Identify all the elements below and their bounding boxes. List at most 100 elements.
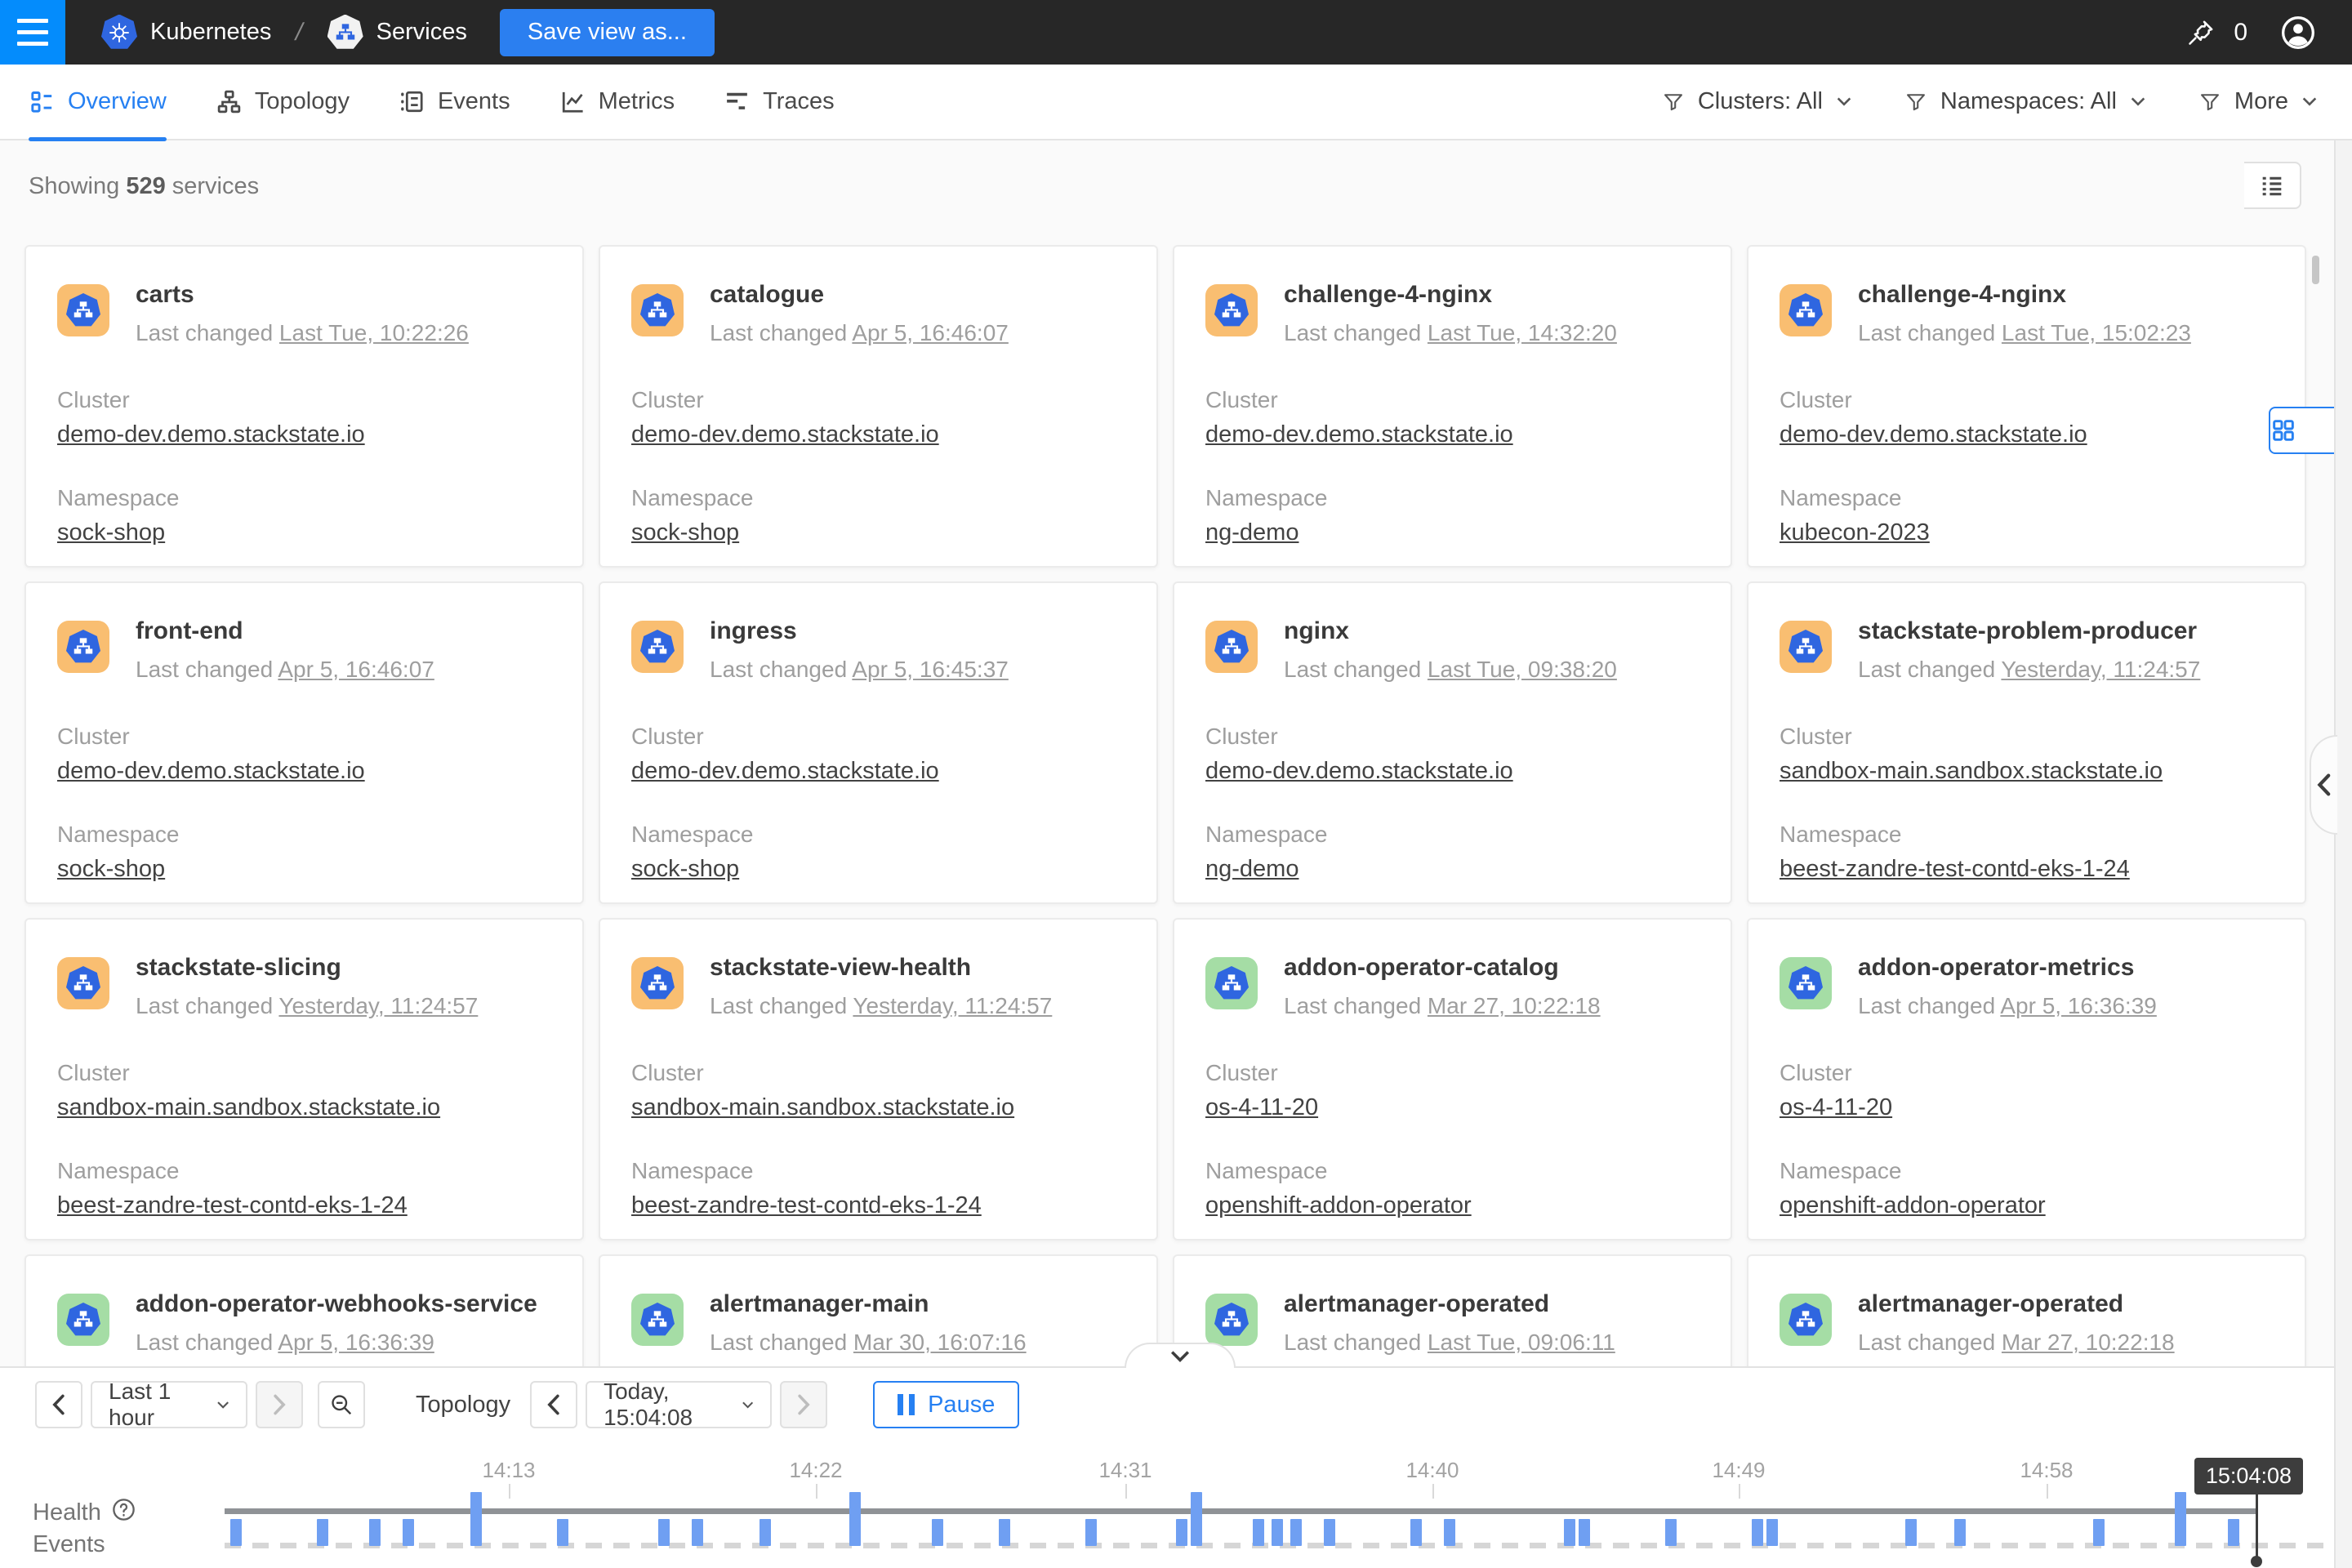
last-changed-link[interactable]: Apr 5, 16:46:07 xyxy=(852,320,1008,345)
service-name[interactable]: challenge-4-nginx xyxy=(1284,281,1492,309)
last-changed-link[interactable]: Last Tue, 09:38:20 xyxy=(1428,657,1617,682)
last-changed-link[interactable]: Last Tue, 15:02:23 xyxy=(2002,320,2191,345)
cluster-link[interactable]: demo-dev.demo.stackstate.io xyxy=(57,421,365,448)
event-bar[interactable] xyxy=(1191,1492,1202,1546)
event-bar[interactable] xyxy=(1564,1519,1575,1546)
event-bar[interactable] xyxy=(658,1519,670,1546)
playhead-handle[interactable] xyxy=(2251,1556,2262,1567)
service-name[interactable]: stackstate-problem-producer xyxy=(1858,617,2197,645)
event-bar[interactable] xyxy=(1444,1519,1455,1546)
namespace-link[interactable]: sock-shop xyxy=(57,856,165,883)
event-bar[interactable] xyxy=(760,1519,771,1546)
event-bar[interactable] xyxy=(2228,1519,2239,1546)
namespace-link[interactable]: sock-shop xyxy=(57,519,165,546)
event-bar[interactable] xyxy=(470,1492,482,1546)
cluster-link[interactable]: os-4-11-20 xyxy=(1205,1094,1318,1121)
cluster-link[interactable]: sandbox-main.sandbox.stackstate.io xyxy=(57,1094,440,1121)
namespace-link[interactable]: sock-shop xyxy=(631,519,739,546)
namespace-link[interactable]: beest-zandre-test-contd-eks-1-24 xyxy=(1780,856,2130,883)
breadcrumb-app[interactable]: Kubernetes xyxy=(150,19,271,46)
pin-icon[interactable] xyxy=(2186,18,2216,47)
service-name[interactable]: alertmanager-main xyxy=(710,1290,929,1318)
event-bar[interactable] xyxy=(849,1492,861,1546)
last-changed-link[interactable]: Last Tue, 14:32:20 xyxy=(1428,320,1617,345)
last-changed-link[interactable]: Yesterday, 11:24:57 xyxy=(278,993,478,1018)
save-view-as-button[interactable]: Save view as... xyxy=(500,9,715,56)
cluster-link[interactable]: os-4-11-20 xyxy=(1780,1094,1892,1121)
namespace-link[interactable]: kubecon-2023 xyxy=(1780,519,1930,546)
event-bar[interactable] xyxy=(932,1519,943,1546)
namespace-link[interactable]: ng-demo xyxy=(1205,856,1298,883)
right-panel-expand-handle[interactable] xyxy=(2310,735,2337,835)
event-bar[interactable] xyxy=(1410,1519,1422,1546)
namespace-link[interactable]: sock-shop xyxy=(631,856,739,883)
event-bar[interactable] xyxy=(1324,1519,1335,1546)
service-name[interactable]: ingress xyxy=(710,617,797,645)
event-bar[interactable] xyxy=(369,1519,381,1546)
event-bar[interactable] xyxy=(557,1519,568,1546)
cluster-link[interactable]: sandbox-main.sandbox.stackstate.io xyxy=(631,1094,1014,1121)
cluster-link[interactable]: demo-dev.demo.stackstate.io xyxy=(1205,758,1513,785)
cluster-link[interactable]: demo-dev.demo.stackstate.io xyxy=(631,421,939,448)
last-changed-link[interactable]: Mar 27, 10:22:18 xyxy=(2002,1330,2175,1355)
cluster-link[interactable]: demo-dev.demo.stackstate.io xyxy=(1780,421,2087,448)
event-bar[interactable] xyxy=(692,1519,703,1546)
tab-traces[interactable]: Traces xyxy=(724,64,835,140)
tab-overview[interactable]: Overview xyxy=(29,64,167,140)
last-changed-link[interactable]: Yesterday, 11:24:57 xyxy=(2001,657,2200,682)
event-bar[interactable] xyxy=(999,1519,1010,1546)
event-bar[interactable] xyxy=(1954,1519,1966,1546)
health-bar[interactable] xyxy=(225,1508,2256,1514)
service-name[interactable]: addon-operator-webhooks-service xyxy=(136,1290,537,1318)
service-name[interactable]: catalogue xyxy=(710,281,824,309)
tab-topology[interactable]: Topology xyxy=(216,64,350,140)
service-name[interactable]: challenge-4-nginx xyxy=(1858,281,2066,309)
event-bar[interactable] xyxy=(1905,1519,1917,1546)
event-bar[interactable] xyxy=(230,1519,242,1546)
hamburger-menu-button[interactable] xyxy=(0,0,65,65)
playhead-line[interactable] xyxy=(2256,1489,2258,1559)
cluster-link[interactable]: sandbox-main.sandbox.stackstate.io xyxy=(1780,758,2163,785)
last-changed-link[interactable]: Mar 30, 16:07:16 xyxy=(853,1330,1027,1355)
namespaces-filter[interactable]: Namespaces: All xyxy=(1904,88,2146,115)
event-bar[interactable] xyxy=(1085,1519,1097,1546)
event-bar[interactable] xyxy=(1579,1519,1590,1546)
last-changed-link[interactable]: Apr 5, 16:46:07 xyxy=(278,657,434,682)
service-name[interactable]: addon-operator-metrics xyxy=(1858,954,2134,982)
event-bar[interactable] xyxy=(403,1519,414,1546)
clusters-filter[interactable]: Clusters: All xyxy=(1662,88,1852,115)
service-name[interactable]: stackstate-view-health xyxy=(710,954,971,982)
namespace-link[interactable]: openshift-addon-operator xyxy=(1780,1192,2046,1219)
last-changed-link[interactable]: Apr 5, 16:36:39 xyxy=(2000,993,2156,1018)
event-bar[interactable] xyxy=(1766,1519,1778,1546)
last-changed-link[interactable]: Yesterday, 11:24:57 xyxy=(853,993,1052,1018)
event-bar[interactable] xyxy=(1176,1519,1187,1546)
tab-metrics[interactable]: Metrics xyxy=(559,64,675,140)
tab-events[interactable]: Events xyxy=(399,64,510,140)
event-bar[interactable] xyxy=(1665,1519,1677,1546)
user-avatar[interactable] xyxy=(2280,15,2316,51)
event-bar[interactable] xyxy=(1752,1519,1763,1546)
event-bar[interactable] xyxy=(317,1519,328,1546)
service-name[interactable]: alertmanager-operated xyxy=(1284,1290,1549,1318)
help-icon[interactable] xyxy=(111,1497,136,1529)
cluster-link[interactable]: demo-dev.demo.stackstate.io xyxy=(1205,421,1513,448)
service-name[interactable]: stackstate-slicing xyxy=(136,954,341,982)
service-name[interactable]: nginx xyxy=(1284,617,1349,645)
cluster-link[interactable]: demo-dev.demo.stackstate.io xyxy=(631,758,939,785)
timeline-collapse-button[interactable] xyxy=(1125,1343,1236,1368)
namespace-link[interactable]: beest-zandre-test-contd-eks-1-24 xyxy=(631,1192,982,1219)
namespace-link[interactable]: openshift-addon-operator xyxy=(1205,1192,1472,1219)
service-name[interactable]: addon-operator-catalog xyxy=(1284,954,1559,982)
namespace-link[interactable]: ng-demo xyxy=(1205,519,1298,546)
service-name[interactable]: front-end xyxy=(136,617,243,645)
list-view-button[interactable] xyxy=(2244,162,2301,209)
namespace-link[interactable]: beest-zandre-test-contd-eks-1-24 xyxy=(57,1192,408,1219)
cluster-link[interactable]: demo-dev.demo.stackstate.io xyxy=(57,758,365,785)
event-bar[interactable] xyxy=(1272,1519,1283,1546)
last-changed-link[interactable]: Apr 5, 16:45:37 xyxy=(852,657,1008,682)
service-name[interactable]: alertmanager-operated xyxy=(1858,1290,2123,1318)
service-name[interactable]: carts xyxy=(136,281,194,309)
event-bar[interactable] xyxy=(1253,1519,1264,1546)
vertical-scrollbar[interactable] xyxy=(2312,256,2319,284)
